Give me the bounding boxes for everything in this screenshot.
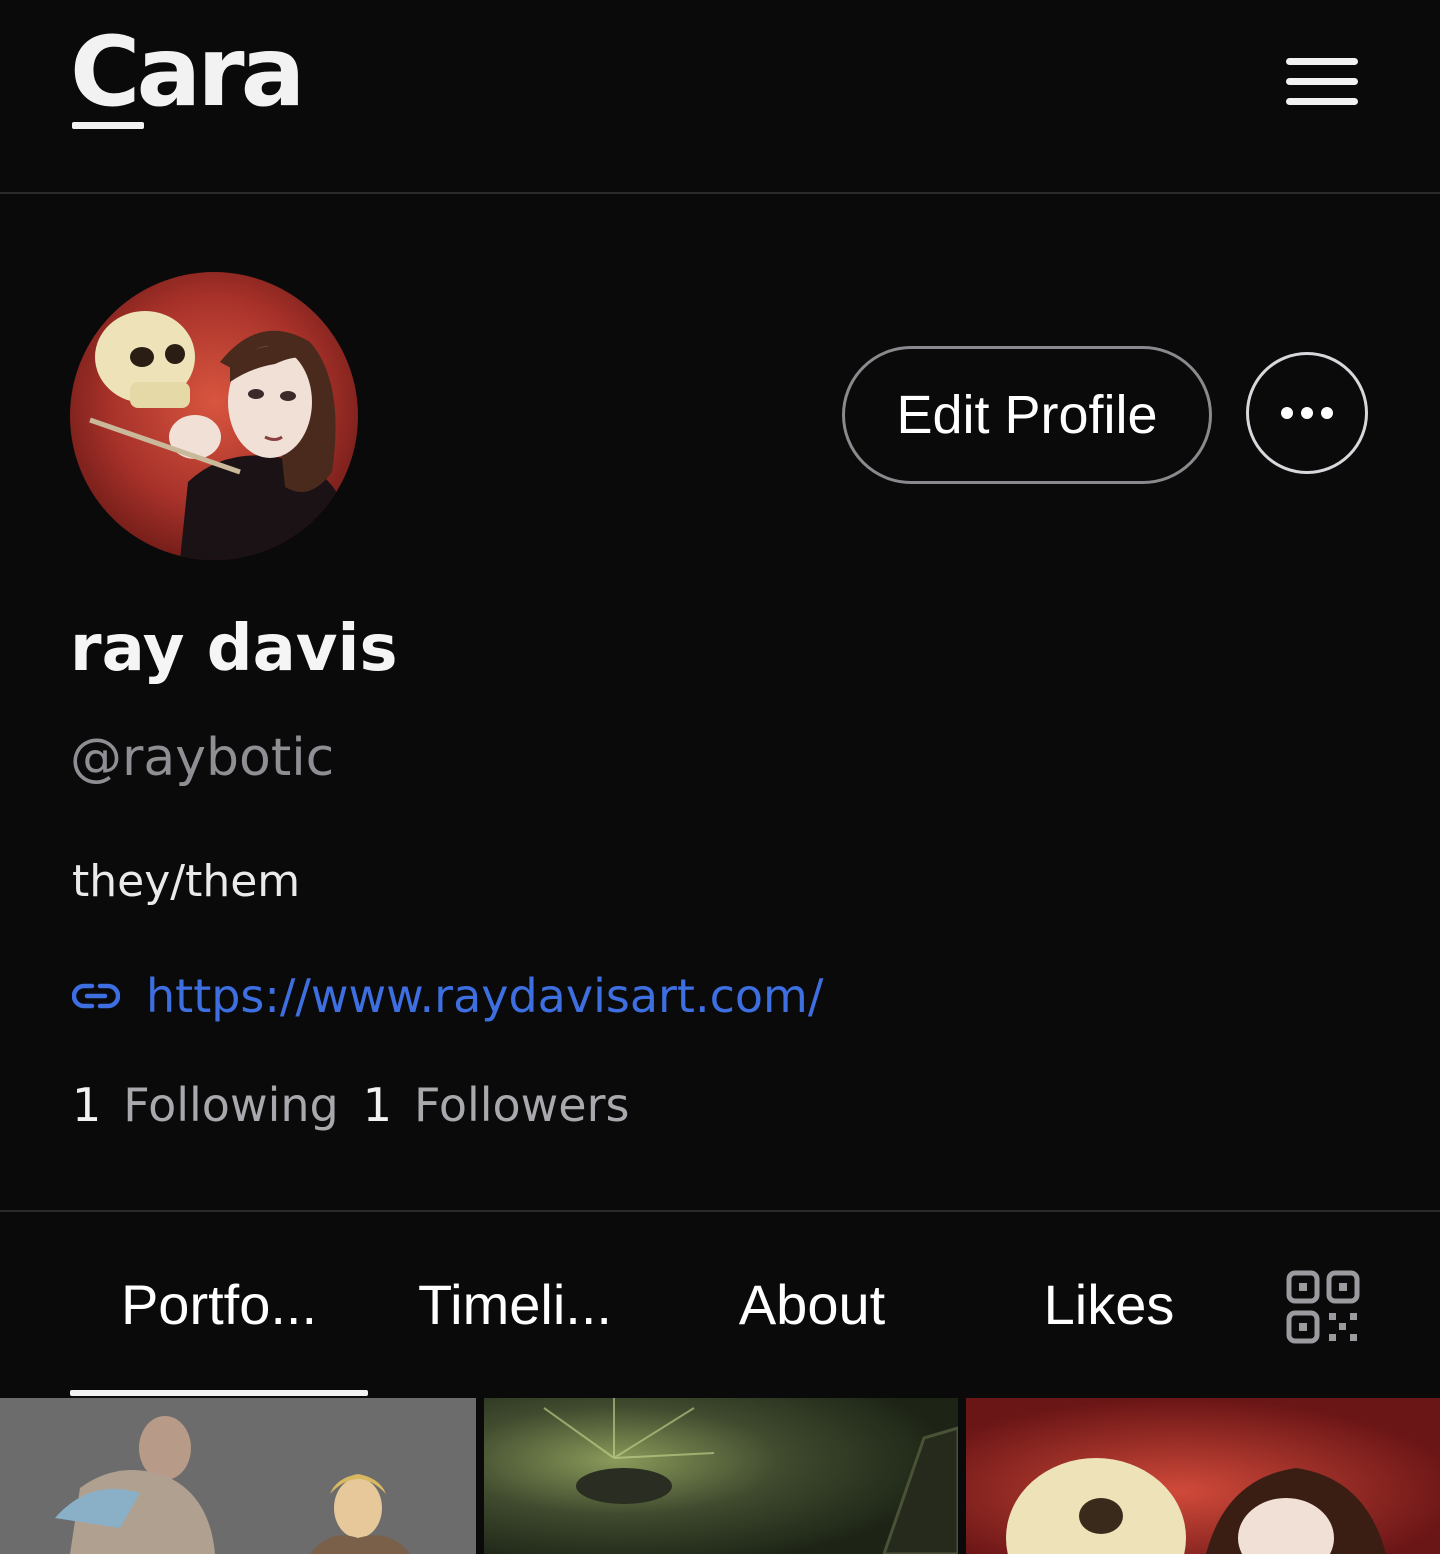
section-divider: [0, 1210, 1440, 1212]
follow-stats: 1 Following 1 Followers: [72, 1078, 629, 1132]
top-bar: Cara: [0, 0, 1440, 194]
portfolio-thumbnail[interactable]: [484, 1398, 958, 1554]
following-label: Following: [123, 1078, 339, 1132]
following-stat[interactable]: 1 Following: [72, 1078, 339, 1132]
bio: they/them: [72, 856, 301, 907]
followers-stat[interactable]: 1 Followers: [363, 1078, 630, 1132]
followers-label: Followers: [414, 1078, 630, 1132]
tab-portfolio[interactable]: Portfo...: [70, 1272, 368, 1342]
qr-code-icon[interactable]: [1286, 1270, 1360, 1344]
logo[interactable]: Cara: [70, 24, 305, 120]
more-options-button[interactable]: [1246, 352, 1368, 474]
avatar[interactable]: [70, 272, 358, 560]
display-name: ray davis: [70, 612, 398, 686]
website-link[interactable]: https://www.raydavisart.com/: [146, 969, 823, 1023]
username-handle: @raybotic: [70, 728, 335, 788]
website-link-row: https://www.raydavisart.com/: [72, 966, 823, 1026]
link-icon: [72, 983, 120, 1009]
following-count: 1: [72, 1078, 102, 1132]
edit-profile-button[interactable]: Edit Profile: [842, 346, 1212, 484]
hamburger-menu-icon[interactable]: [1286, 56, 1358, 108]
followers-count: 1: [362, 1078, 392, 1132]
tab-timeline[interactable]: Timeli...: [370, 1272, 660, 1342]
logo-underline: [72, 122, 144, 129]
more-horizontal-icon: [1281, 407, 1333, 419]
portfolio-thumbnail[interactable]: [0, 1398, 476, 1554]
tab-likes[interactable]: Likes: [1000, 1272, 1218, 1342]
tab-about[interactable]: About: [700, 1272, 924, 1342]
active-tab-indicator: [70, 1390, 368, 1396]
portfolio-thumbnail[interactable]: [966, 1398, 1440, 1554]
